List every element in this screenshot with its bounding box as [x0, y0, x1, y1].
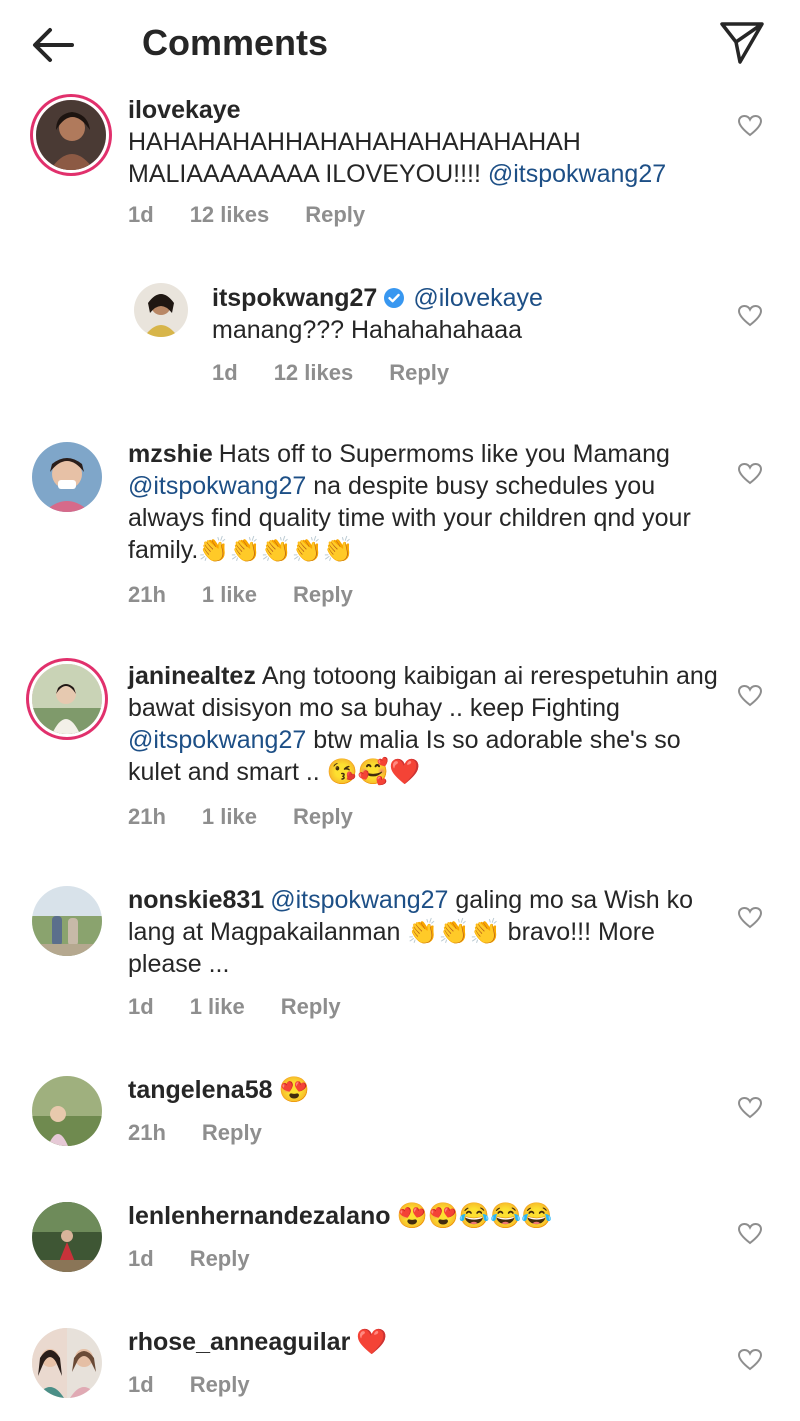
- heart-outline-icon[interactable]: [737, 114, 763, 138]
- comment-text: janinealtez Ang totoong kaibigan ai reres…: [128, 660, 718, 788]
- reply-button[interactable]: Reply: [281, 994, 341, 1019]
- reply-button[interactable]: Reply: [202, 1120, 262, 1145]
- avatar[interactable]: [32, 886, 102, 956]
- comment-meta: 1d Reply: [128, 1372, 286, 1398]
- page-title: Comments: [142, 22, 329, 63]
- comment-username[interactable]: lenlenhernandezalano: [128, 1202, 391, 1230]
- reply-button[interactable]: Reply: [293, 804, 353, 829]
- arrow-left-icon: [33, 28, 74, 62]
- comment-username[interactable]: nonskie831: [128, 886, 264, 914]
- comment-body: ❤️: [356, 1328, 388, 1356]
- reply-button[interactable]: Reply: [190, 1372, 250, 1397]
- comment-time: 1d: [128, 1246, 154, 1271]
- avatar[interactable]: [36, 100, 106, 170]
- comments-header: Comments: [0, 0, 800, 88]
- comment-time: 1d: [212, 360, 238, 385]
- comment-time: 1d: [128, 994, 154, 1019]
- reply-button[interactable]: Reply: [305, 202, 365, 227]
- avatar[interactable]: [32, 1076, 102, 1146]
- heart-outline-icon[interactable]: [737, 304, 763, 328]
- avatar[interactable]: [32, 1202, 102, 1272]
- comment-username[interactable]: rhose_anneaguilar: [128, 1328, 350, 1356]
- comment-meta: 1d 12 likes Reply: [128, 202, 401, 228]
- comment-time: 21h: [128, 804, 166, 829]
- comment-text: nonskie831 @itspokwang27 galing mo sa Wis…: [128, 884, 718, 980]
- comment-meta: 1d 12 likes Reply: [212, 360, 485, 386]
- avatar[interactable]: [32, 442, 102, 512]
- avatar[interactable]: [32, 664, 102, 734]
- comment-mention[interactable]: @itspokwang27: [128, 472, 306, 500]
- paper-plane-icon: [720, 22, 764, 64]
- reply-button[interactable]: Reply: [190, 1246, 250, 1271]
- comment-username[interactable]: mzshie: [128, 440, 213, 468]
- reply-button[interactable]: Reply: [389, 360, 449, 385]
- back-button[interactable]: [28, 22, 80, 68]
- comment-meta: 1d Reply: [128, 1246, 286, 1272]
- comment-time: 1d: [128, 202, 154, 227]
- comment-time: 21h: [128, 1120, 166, 1145]
- comment-likes[interactable]: 1 like: [190, 994, 245, 1019]
- comment-meta: 21h 1 like Reply: [128, 804, 389, 830]
- share-button[interactable]: [716, 18, 768, 66]
- comment-text: lenlenhernandezalano 😍😍😂😂😂: [128, 1200, 718, 1232]
- heart-outline-icon[interactable]: [737, 906, 763, 930]
- comment-username[interactable]: itspokwang27: [212, 284, 377, 312]
- reply-button[interactable]: Reply: [293, 582, 353, 607]
- comment-text: ilovekaye HAHAHAHAHHAHAHAHAHAHAHAHAH MAL…: [128, 94, 718, 190]
- comment-likes[interactable]: 1 like: [202, 582, 257, 607]
- comment-body: 😍: [278, 1076, 310, 1104]
- comment-time: 1d: [128, 1372, 154, 1397]
- comment-likes[interactable]: 12 likes: [274, 360, 354, 385]
- comment-username[interactable]: tangelena58: [128, 1076, 273, 1104]
- comment-text: tangelena58 😍: [128, 1074, 718, 1106]
- comment-mention[interactable]: @itspokwang27: [270, 886, 448, 914]
- comment-body: 😍😍😂😂😂: [396, 1202, 553, 1230]
- comment-mention[interactable]: @itspokwang27: [488, 160, 666, 188]
- comment-username[interactable]: ilovekaye: [128, 96, 241, 124]
- comment-meta: 21h Reply: [128, 1120, 298, 1146]
- heart-outline-icon[interactable]: [737, 462, 763, 486]
- comment-likes[interactable]: 12 likes: [190, 202, 270, 227]
- comment-text: mzshie Hats off to Supermoms like you Mam…: [128, 438, 718, 566]
- heart-outline-icon[interactable]: [737, 684, 763, 708]
- comment-time: 21h: [128, 582, 166, 607]
- comment-mention[interactable]: @ilovekaye: [413, 284, 543, 312]
- avatar[interactable]: [134, 283, 188, 337]
- heart-outline-icon[interactable]: [737, 1348, 763, 1372]
- comment-likes[interactable]: 1 like: [202, 804, 257, 829]
- comment-meta: 1d 1 like Reply: [128, 994, 377, 1020]
- comment-body: manang??? Hahahahahaaa: [212, 316, 522, 344]
- comment-username[interactable]: janinealtez: [128, 662, 256, 690]
- verified-badge-icon: [384, 288, 405, 308]
- comment-mention[interactable]: @itspokwang27: [128, 726, 306, 754]
- comment-text: itspokwang27 @ilovekaye manang??? Hahahah…: [212, 282, 717, 346]
- avatar[interactable]: [32, 1328, 102, 1398]
- heart-outline-icon[interactable]: [737, 1096, 763, 1120]
- comment-text: rhose_anneaguilar ❤️: [128, 1326, 718, 1358]
- heart-outline-icon[interactable]: [737, 1222, 763, 1246]
- comment-meta: 21h 1 like Reply: [128, 582, 389, 608]
- comment-body: Hats off to Supermoms like you Mamang: [218, 440, 670, 468]
